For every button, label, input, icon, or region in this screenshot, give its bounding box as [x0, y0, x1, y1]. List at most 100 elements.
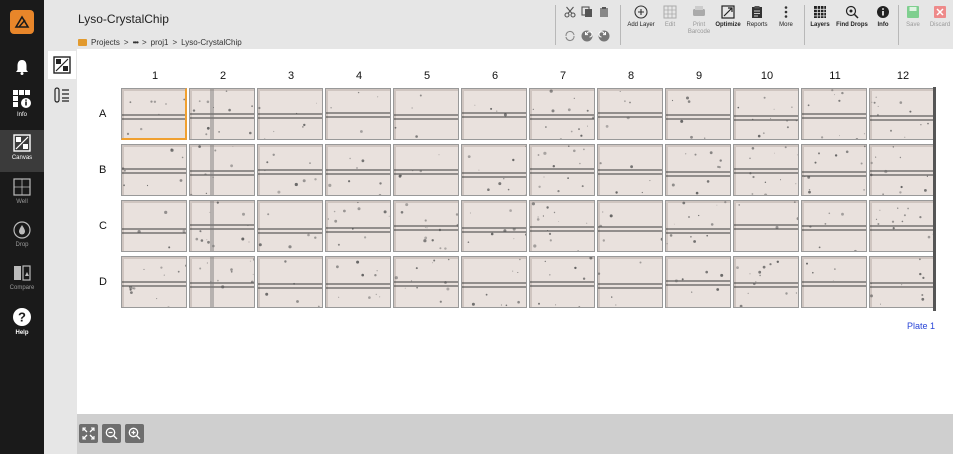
app-logo[interactable]	[10, 10, 34, 34]
drop-image	[394, 257, 458, 307]
well-image[interactable]	[597, 256, 663, 308]
row-header[interactable]: C	[99, 220, 107, 232]
well-image[interactable]	[665, 88, 731, 140]
cut-button[interactable]	[564, 6, 576, 18]
reports-button[interactable]: Reports	[743, 4, 771, 29]
well-image[interactable]	[461, 88, 527, 140]
well-image[interactable]	[529, 256, 595, 308]
layer-list-tab[interactable]	[48, 81, 76, 109]
column-header[interactable]: 6	[461, 70, 529, 82]
well-image[interactable]	[801, 256, 867, 308]
well-image[interactable]	[121, 256, 187, 308]
well-image[interactable]	[869, 88, 935, 140]
nav-drop[interactable]: Drop	[0, 221, 44, 263]
optimize-button[interactable]: Optimize	[714, 4, 742, 29]
well-image[interactable]	[121, 200, 187, 252]
well-image[interactable]	[257, 256, 323, 308]
well-image[interactable]	[665, 200, 731, 252]
save-button[interactable]: Save	[902, 4, 924, 29]
well-image[interactable]	[257, 88, 323, 140]
well-image[interactable]	[121, 88, 187, 140]
well-image[interactable]	[597, 144, 663, 196]
well-image[interactable]	[869, 200, 935, 252]
redo-button[interactable]	[598, 30, 610, 42]
nav-canvas[interactable]: Canvas	[0, 130, 44, 172]
column-header[interactable]: 5	[393, 70, 461, 82]
plate-canvas[interactable]: 1 2 3 4 5 6 7 8 9 10 11 12 ABCD Plate 1	[77, 49, 953, 414]
zoom-out-button[interactable]	[102, 424, 121, 443]
well-image[interactable]	[189, 88, 255, 140]
well-image[interactable]	[257, 200, 323, 252]
well-image[interactable]	[325, 256, 391, 308]
column-header[interactable]: 10	[733, 70, 801, 82]
well-image[interactable]	[393, 88, 459, 140]
well-image[interactable]	[461, 256, 527, 308]
find-drops-button[interactable]: Find Drops	[835, 4, 869, 29]
well-image[interactable]	[529, 88, 595, 140]
breadcrumb-ellipsis[interactable]: •••	[133, 38, 139, 47]
column-header[interactable]: 7	[529, 70, 597, 82]
well-image[interactable]	[189, 200, 255, 252]
breadcrumb-projects[interactable]: Projects	[91, 38, 120, 47]
well-image[interactable]	[393, 200, 459, 252]
well-image[interactable]	[801, 144, 867, 196]
nav-info[interactable]: Info	[0, 89, 44, 131]
layers-button[interactable]: Layers	[808, 4, 832, 29]
info-button[interactable]: Info	[872, 4, 894, 29]
column-header[interactable]: 9	[665, 70, 733, 82]
well-image[interactable]	[461, 144, 527, 196]
well-image[interactable]	[325, 200, 391, 252]
well-image[interactable]	[733, 200, 799, 252]
print-barcode-button[interactable]: Print Barcode	[684, 4, 714, 36]
canvas-view-tab[interactable]	[48, 51, 76, 79]
well-image[interactable]	[733, 144, 799, 196]
row-header[interactable]: D	[99, 276, 107, 288]
column-header[interactable]: 1	[121, 70, 189, 82]
column-header[interactable]: 11	[801, 70, 869, 82]
row-header[interactable]: A	[99, 108, 106, 120]
well-image[interactable]	[189, 256, 255, 308]
well-image[interactable]	[869, 144, 935, 196]
nav-compare[interactable]: Compare	[0, 264, 44, 306]
well-image[interactable]	[393, 256, 459, 308]
plate-label[interactable]: Plate 1	[907, 321, 935, 331]
zoom-in-button[interactable]	[125, 424, 144, 443]
well-image[interactable]	[665, 256, 731, 308]
well-image[interactable]	[597, 200, 663, 252]
reset-button[interactable]	[564, 30, 576, 42]
add-layer-button[interactable]: Add Layer	[625, 4, 657, 29]
well-image[interactable]	[325, 88, 391, 140]
well-image[interactable]	[529, 144, 595, 196]
redo-icon	[598, 30, 610, 42]
well-image[interactable]	[597, 88, 663, 140]
well-image[interactable]	[733, 256, 799, 308]
row-header[interactable]: B	[99, 164, 106, 176]
fit-to-screen-button[interactable]	[79, 424, 98, 443]
nav-well[interactable]: Well	[0, 178, 44, 220]
edit-button[interactable]: Edit	[658, 4, 682, 29]
column-header[interactable]: 4	[325, 70, 393, 82]
copy-button[interactable]	[581, 6, 593, 18]
well-image[interactable]	[665, 144, 731, 196]
column-header[interactable]: 3	[257, 70, 325, 82]
well-image[interactable]	[529, 200, 595, 252]
discard-button[interactable]: Discard	[928, 4, 952, 29]
well-image[interactable]	[801, 200, 867, 252]
well-image[interactable]	[801, 88, 867, 140]
well-image[interactable]	[121, 144, 187, 196]
well-image[interactable]	[393, 144, 459, 196]
well-image[interactable]	[257, 144, 323, 196]
nav-help[interactable]: ? Help	[0, 307, 44, 349]
breadcrumb-proj1[interactable]: proj1	[151, 38, 169, 47]
well-image[interactable]	[461, 200, 527, 252]
more-button[interactable]: More	[774, 4, 798, 29]
column-header[interactable]: 2	[189, 70, 257, 82]
column-header[interactable]: 12	[869, 70, 937, 82]
well-image[interactable]	[733, 88, 799, 140]
undo-button[interactable]	[581, 30, 593, 42]
paste-button[interactable]	[598, 6, 610, 18]
well-image[interactable]	[325, 144, 391, 196]
column-header[interactable]: 8	[597, 70, 665, 82]
well-image[interactable]	[869, 256, 935, 308]
well-image[interactable]	[189, 144, 255, 196]
